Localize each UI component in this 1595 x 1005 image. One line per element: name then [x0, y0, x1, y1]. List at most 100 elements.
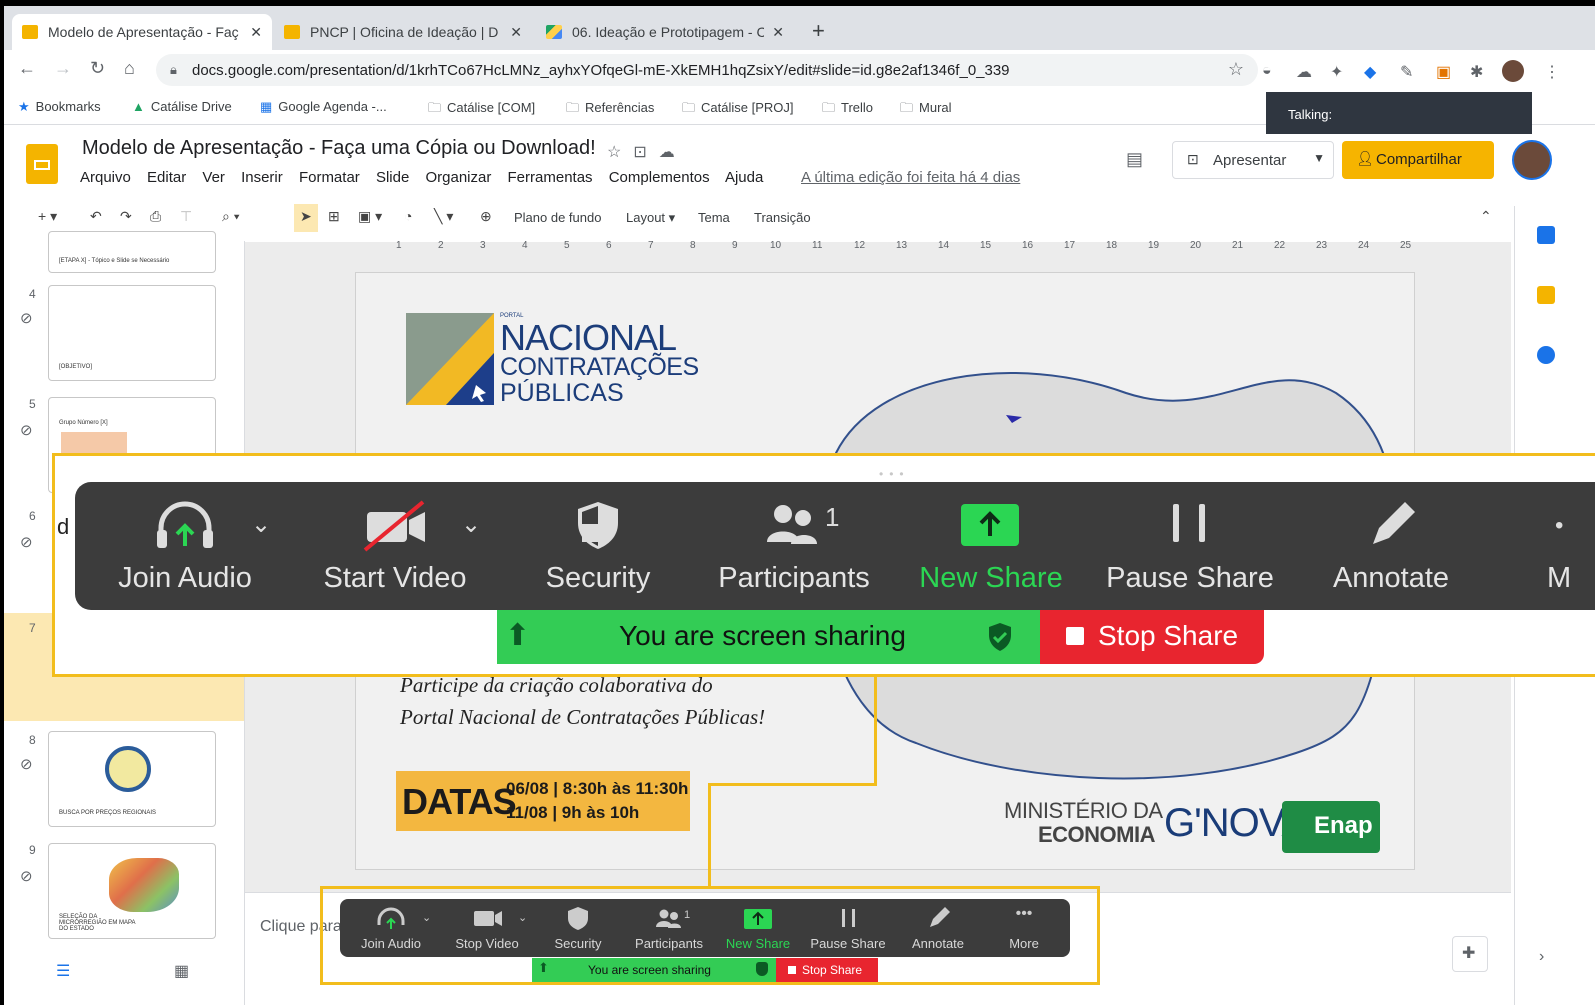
- background-button[interactable]: Plano de fundo: [514, 210, 601, 225]
- back-icon[interactable]: ←: [18, 58, 36, 79]
- move-folder-icon[interactable]: ⊡: [633, 144, 658, 161]
- pocket-extension-icon[interactable]: ◒: [1262, 62, 1272, 80]
- bookmark-folder[interactable]: 🗀︎ Catálise [COM]: [428, 99, 535, 121]
- menu-ferramentas[interactable]: Ferramentas: [508, 169, 593, 186]
- print-icon[interactable]: ⎙: [150, 208, 161, 225]
- document-title[interactable]: Modelo de Apresentação - Faça uma Cópia …: [82, 137, 596, 160]
- zoom-icon[interactable]: ⌕ ▾: [222, 208, 240, 225]
- slide-thumbnail[interactable]: BUSCA POR PREÇOS REGIONAIS: [48, 731, 216, 827]
- menu-editar[interactable]: Editar: [147, 169, 186, 186]
- line-icon[interactable]: ╲ ▾: [434, 208, 453, 225]
- layout-button[interactable]: Layout ▾: [626, 210, 675, 226]
- menu-complementos[interactable]: Complementos: [609, 169, 710, 186]
- menu-ver[interactable]: Ver: [202, 169, 225, 186]
- new-tab-button[interactable]: +: [812, 18, 825, 44]
- annotate-button[interactable]: Annotate: [900, 899, 976, 957]
- new-share-button[interactable]: New Share: [911, 482, 1071, 610]
- close-tab-icon[interactable]: ✕: [250, 24, 262, 41]
- transition-button[interactable]: Transição: [754, 210, 811, 225]
- menu-formatar[interactable]: Formatar: [299, 169, 360, 186]
- theme-button[interactable]: Tema: [698, 210, 730, 225]
- join-audio-button[interactable]: Join Audio: [346, 899, 436, 957]
- explore-button[interactable]: ✚: [1452, 936, 1488, 972]
- menu-inserir[interactable]: Inserir: [241, 169, 283, 186]
- last-edit-link[interactable]: A última edição foi feita há 4 dias: [801, 169, 1020, 186]
- join-audio-button[interactable]: Join Audio: [95, 482, 275, 610]
- more-button[interactable]: • M: [1527, 482, 1587, 610]
- stop-video-button[interactable]: Stop Video: [442, 899, 532, 957]
- address-bar[interactable]: 🔒︎ docs.google.com/presentation/d/1krhTC…: [156, 54, 1258, 86]
- drag-grip-icon[interactable]: •••: [879, 467, 910, 481]
- start-video-button[interactable]: Start Video: [305, 482, 485, 610]
- shape-icon[interactable]: ◔: [404, 208, 412, 224]
- bookmark-folder[interactable]: 🗀︎ Referências: [566, 99, 654, 121]
- security-button[interactable]: Security: [525, 482, 671, 610]
- extension-icon[interactable]: ☁: [1296, 62, 1312, 82]
- chevron-down-icon[interactable]: ▼: [1313, 151, 1325, 165]
- menu-slide[interactable]: Slide: [376, 169, 409, 186]
- pause-share-button[interactable]: Pause Share: [1095, 482, 1285, 610]
- more-button[interactable]: ••• More: [988, 899, 1060, 957]
- security-button[interactable]: Security: [540, 899, 616, 957]
- stop-share-button[interactable]: Stop Share: [1040, 610, 1264, 664]
- pause-share-button[interactable]: Pause Share: [804, 899, 892, 957]
- browser-tab-2[interactable]: PNCP | Oficina de Ideação | D ✕: [274, 14, 532, 50]
- video-options-chevron-icon[interactable]: ⌄: [461, 510, 481, 539]
- annotate-button[interactable]: Annotate: [1311, 482, 1471, 610]
- bookmark-folder[interactable]: 🗀︎ Catálise [PROJ]: [682, 99, 794, 121]
- comments-icon[interactable]: ▤: [1126, 149, 1143, 170]
- bookmark-folder[interactable]: 🗀︎ Mural: [900, 99, 952, 121]
- star-icon[interactable]: ☆: [607, 144, 633, 161]
- reload-icon[interactable]: ↻: [90, 58, 105, 79]
- account-avatar[interactable]: [1512, 140, 1552, 180]
- calendar-icon[interactable]: [1537, 226, 1555, 244]
- menu-dots-icon[interactable]: ⋮: [1544, 62, 1560, 82]
- forward-icon[interactable]: →: [54, 58, 72, 79]
- extension-icon[interactable]: ▣: [1436, 62, 1451, 82]
- new-slide-icon[interactable]: + ▾: [38, 208, 57, 225]
- bookmark-folder[interactable]: 🗀︎ Trello: [822, 99, 873, 121]
- extension-icon[interactable]: ✎: [1400, 62, 1413, 82]
- puzzle-extensions-icon[interactable]: ✱: [1470, 62, 1483, 82]
- slide-thumbnail[interactable]: [ETAPA X] - Tópico e Slide se Necessário: [48, 231, 216, 273]
- undo-icon[interactable]: ↶: [90, 208, 102, 225]
- stop-share-button-small[interactable]: Stop Share: [776, 958, 878, 982]
- cloud-status-icon[interactable]: ☁: [659, 144, 687, 161]
- bookmark-item[interactable]: ▦ Google Agenda -...: [260, 99, 387, 115]
- collapse-chevron-icon[interactable]: ⌃: [1480, 208, 1492, 225]
- video-options-chevron-icon[interactable]: ⌄: [518, 911, 527, 924]
- keep-icon[interactable]: [1537, 286, 1555, 304]
- present-button[interactable]: ⊡ Apresentar ▼: [1172, 141, 1334, 179]
- new-share-button[interactable]: New Share: [718, 899, 798, 957]
- image-icon[interactable]: ▣ ▾: [358, 208, 382, 225]
- participants-button[interactable]: 1 Participants: [705, 482, 883, 610]
- browser-tab-3[interactable]: 06. Ideação e Prototipagem - C ✕: [536, 14, 794, 50]
- audio-options-chevron-icon[interactable]: ⌄: [422, 911, 431, 924]
- select-cursor-icon[interactable]: ➤: [300, 208, 312, 225]
- paint-format-icon[interactable]: ⊤: [180, 208, 192, 225]
- redo-icon[interactable]: ↷: [120, 208, 132, 225]
- menu-arquivo[interactable]: Arquivo: [80, 169, 131, 186]
- slide-thumbnail[interactable]: [OBJETIVO]: [48, 285, 216, 381]
- list-view-icon[interactable]: ☰: [56, 961, 70, 981]
- dropbox-extension-icon[interactable]: ✦: [1330, 62, 1343, 82]
- grid-view-icon[interactable]: ▦: [174, 961, 189, 981]
- profile-avatar-icon[interactable]: [1502, 60, 1524, 82]
- close-tab-icon[interactable]: ✕: [772, 24, 784, 41]
- expand-chevron-icon[interactable]: ›: [1539, 948, 1544, 966]
- tasks-icon[interactable]: [1537, 346, 1555, 364]
- menu-ajuda[interactable]: Ajuda: [725, 169, 763, 186]
- bookmark-item[interactable]: ★ Bookmarks: [18, 99, 101, 115]
- home-icon[interactable]: ⌂: [124, 58, 135, 79]
- share-button[interactable]: 👤︎ Compartilhar: [1342, 141, 1494, 179]
- close-tab-icon[interactable]: ✕: [510, 24, 522, 41]
- audio-options-chevron-icon[interactable]: ⌄: [251, 510, 271, 539]
- bookmark-item[interactable]: ▲ Catálise Drive: [132, 99, 232, 114]
- comment-add-icon[interactable]: ⊕: [480, 208, 492, 225]
- text-box-icon[interactable]: ⊞: [328, 208, 340, 225]
- slides-logo-icon[interactable]: [26, 144, 58, 184]
- participants-button[interactable]: 1 Participants: [624, 899, 714, 957]
- bookmark-star-icon[interactable]: ☆: [1228, 59, 1244, 80]
- browser-tab-1[interactable]: Modelo de Apresentação - Faç ✕: [12, 14, 272, 50]
- extension-icon[interactable]: ◆: [1364, 62, 1376, 82]
